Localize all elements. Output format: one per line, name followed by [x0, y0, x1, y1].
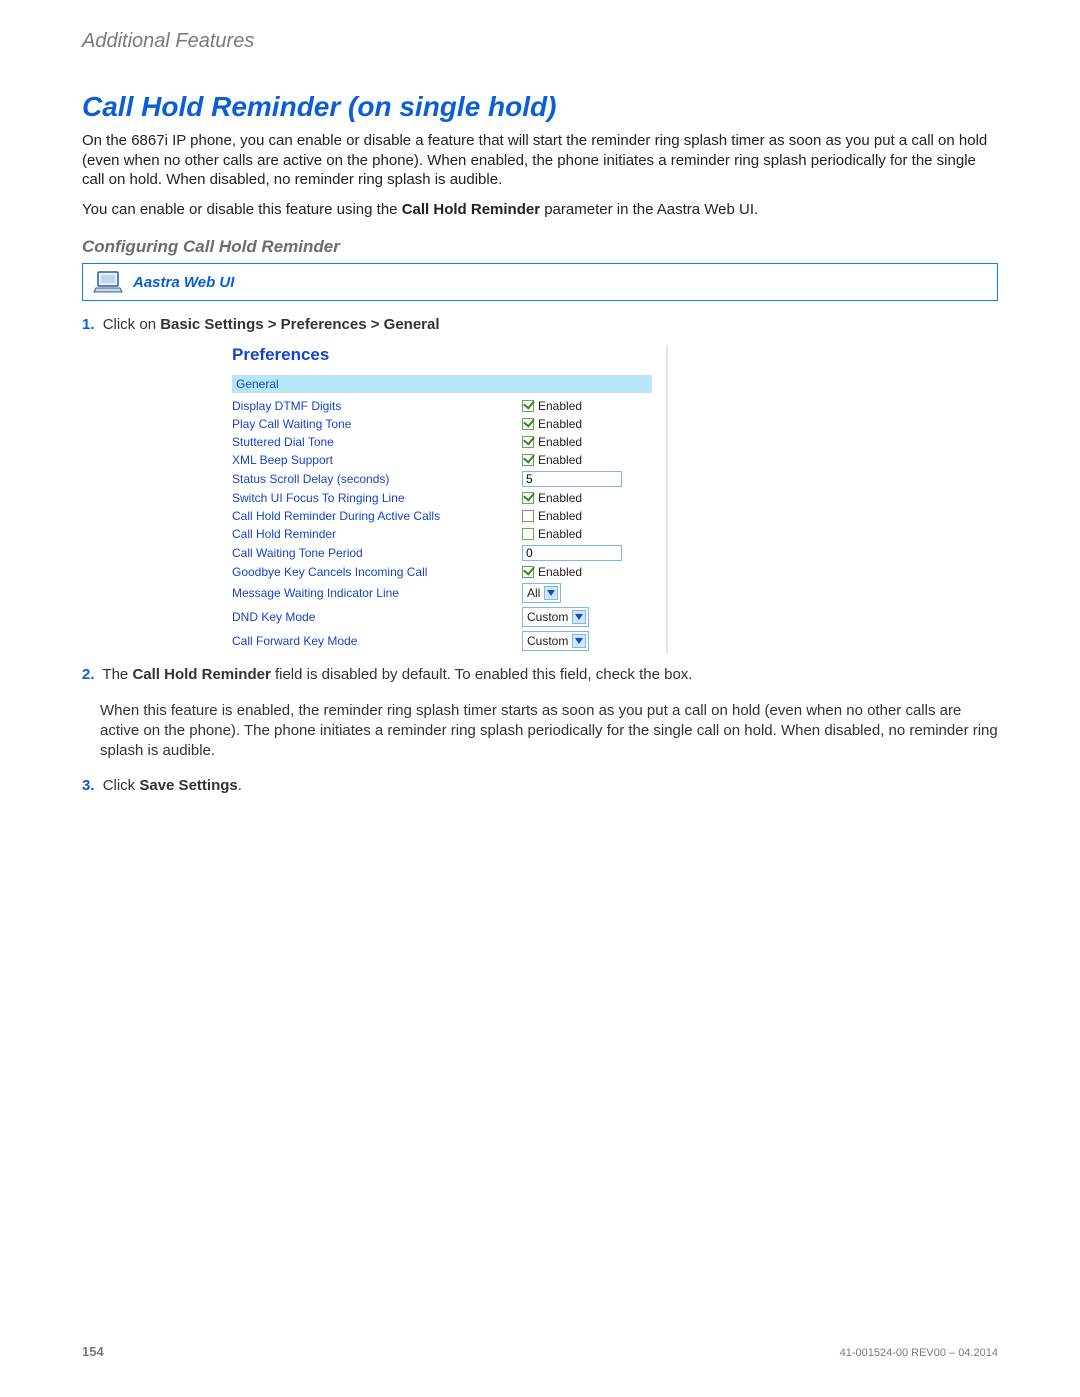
pref-label: Call Hold Reminder	[232, 527, 522, 541]
general-section-bar: General	[232, 375, 652, 393]
select-dropdown[interactable]: Custom	[522, 631, 589, 651]
pref-label: Play Call Waiting Tone	[232, 417, 522, 431]
checkbox[interactable]	[522, 400, 534, 412]
text-input[interactable]	[522, 471, 622, 487]
pref-control: Enabled	[522, 565, 652, 579]
pref-row: DND Key Mode Custom	[232, 605, 652, 629]
checkbox-label: Enabled	[538, 399, 582, 413]
page-footer: 154 41-001524-00 REV00 – 04.2014	[82, 1344, 998, 1359]
pref-row: Status Scroll Delay (seconds)	[232, 469, 652, 489]
select-value: Custom	[527, 610, 568, 624]
step-3-text-c: .	[238, 777, 242, 794]
intro2-bold: Call Hold Reminder	[402, 201, 540, 218]
step-2-text-c: field is disabled by default. To enabled…	[271, 666, 693, 683]
step-1: 1. Click on Basic Settings > Preferences…	[82, 315, 998, 335]
step-2: 2. The Call Hold Reminder field is disab…	[82, 665, 998, 685]
pref-row: Display DTMF Digits Enabled	[232, 397, 652, 415]
pref-row: XML Beep Support Enabled	[232, 451, 652, 469]
step-2-number: 2.	[82, 666, 95, 683]
intro2-part-a: You can enable or disable this feature u…	[82, 201, 402, 218]
intro2-part-c: parameter in the Aastra Web UI.	[540, 201, 758, 218]
checkbox[interactable]	[522, 528, 534, 540]
step-1-text-a: Click on	[103, 316, 161, 333]
checkbox-label: Enabled	[538, 565, 582, 579]
step-2-text-a: The	[102, 666, 132, 683]
pref-control: Enabled	[522, 491, 652, 505]
section-header: Additional Features	[82, 30, 998, 53]
chevron-down-icon	[544, 586, 558, 600]
aastra-web-ui-label: Aastra Web UI	[133, 274, 234, 291]
pref-control: Enabled	[522, 417, 652, 431]
pref-row: Call Waiting Tone Period	[232, 543, 652, 563]
pref-row: Stuttered Dial Tone Enabled	[232, 433, 652, 451]
checkbox-label: Enabled	[538, 509, 582, 523]
chevron-down-icon	[572, 634, 586, 648]
select-dropdown[interactable]: All	[522, 583, 561, 603]
checkbox-label: Enabled	[538, 417, 582, 431]
step-1-text-b: Basic Settings > Preferences > General	[160, 316, 439, 333]
pref-row: Play Call Waiting Tone Enabled	[232, 415, 652, 433]
pref-control: Custom	[522, 607, 652, 627]
checkbox-label: Enabled	[538, 453, 582, 467]
checkbox-label: Enabled	[538, 527, 582, 541]
pref-control: Enabled	[522, 527, 652, 541]
pref-row: Call Forward Key Mode Custom	[232, 629, 652, 653]
pref-control: Enabled	[522, 453, 652, 467]
select-dropdown[interactable]: Custom	[522, 607, 589, 627]
pref-row: Message Waiting Indicator Line All	[232, 581, 652, 605]
step-3-text-b: Save Settings	[139, 777, 237, 794]
intro-paragraph-1: On the 6867i IP phone, you can enable or…	[82, 131, 998, 190]
pref-label: Goodbye Key Cancels Incoming Call	[232, 565, 522, 579]
checkbox[interactable]	[522, 436, 534, 448]
pref-row: Call Hold Reminder Enabled	[232, 525, 652, 543]
page-title: Call Hold Reminder (on single hold)	[82, 91, 998, 123]
page-number: 154	[82, 1344, 104, 1359]
step-1-number: 1.	[82, 316, 95, 333]
pref-label: Call Forward Key Mode	[232, 634, 522, 648]
pref-control	[522, 545, 652, 561]
checkbox-label: Enabled	[538, 435, 582, 449]
chevron-down-icon	[572, 610, 586, 624]
pref-label: Stuttered Dial Tone	[232, 435, 522, 449]
pref-control: Enabled	[522, 399, 652, 413]
step-2-body: When this feature is enabled, the remind…	[100, 701, 998, 762]
checkbox-label: Enabled	[538, 491, 582, 505]
step-3: 3. Click Save Settings.	[82, 776, 998, 796]
select-value: Custom	[527, 634, 568, 648]
pref-row: Switch UI Focus To Ringing Line Enabled	[232, 489, 652, 507]
doc-revision: 41-001524-00 REV00 – 04.2014	[840, 1347, 998, 1359]
configuring-subhead: Configuring Call Hold Reminder	[82, 237, 998, 257]
preferences-title: Preferences	[232, 345, 652, 365]
pref-control: Enabled	[522, 435, 652, 449]
aastra-web-ui-box: Aastra Web UI	[82, 263, 998, 301]
checkbox[interactable]	[522, 510, 534, 522]
laptop-icon	[93, 270, 123, 294]
pref-label: Call Waiting Tone Period	[232, 546, 522, 560]
checkbox[interactable]	[522, 566, 534, 578]
checkbox[interactable]	[522, 454, 534, 466]
pref-label: Display DTMF Digits	[232, 399, 522, 413]
checkbox[interactable]	[522, 492, 534, 504]
pref-label: Status Scroll Delay (seconds)	[232, 472, 522, 486]
text-input[interactable]	[522, 545, 622, 561]
pref-label: DND Key Mode	[232, 610, 522, 624]
pref-label: Call Hold Reminder During Active Calls	[232, 509, 522, 523]
pref-label: XML Beep Support	[232, 453, 522, 467]
pref-label: Switch UI Focus To Ringing Line	[232, 491, 522, 505]
step-3-text-a: Click	[103, 777, 140, 794]
step-3-number: 3.	[82, 777, 95, 794]
pref-row: Goodbye Key Cancels Incoming Call Enabled	[232, 563, 652, 581]
step-2-text-b: Call Hold Reminder	[132, 666, 270, 683]
pref-control: Enabled	[522, 509, 652, 523]
intro-paragraph-2: You can enable or disable this feature u…	[82, 200, 998, 220]
pref-control: Custom	[522, 631, 652, 651]
preferences-panel: Preferences General Display DTMF Digits E…	[232, 345, 668, 653]
checkbox[interactable]	[522, 418, 534, 430]
pref-control	[522, 471, 652, 487]
pref-row: Call Hold Reminder During Active Calls En…	[232, 507, 652, 525]
pref-label: Message Waiting Indicator Line	[232, 586, 522, 600]
pref-control: All	[522, 583, 652, 603]
select-value: All	[527, 586, 540, 600]
